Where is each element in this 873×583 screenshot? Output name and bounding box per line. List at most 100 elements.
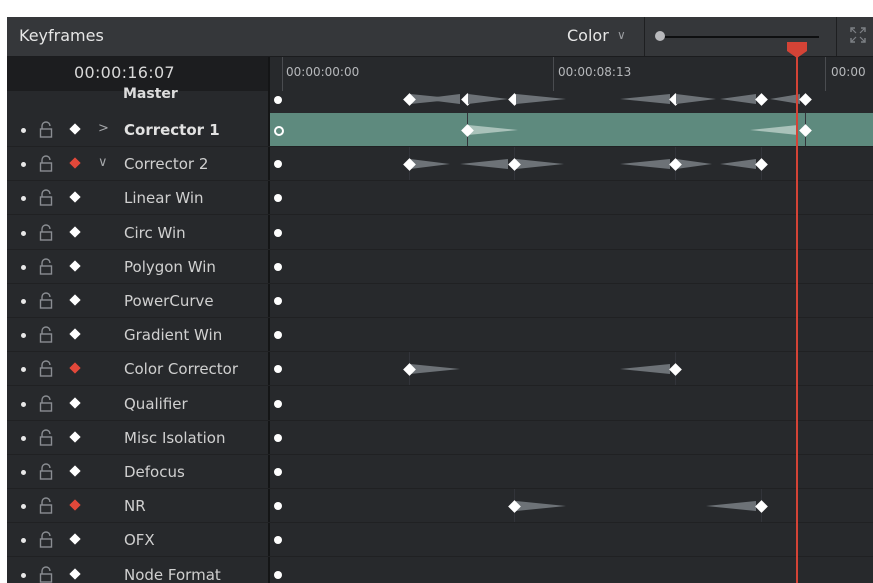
timeline-row[interactable]: [270, 318, 873, 353]
keyframe[interactable]: [755, 158, 768, 172]
start-keyframe[interactable]: [274, 262, 282, 271]
timeline-row[interactable]: [270, 489, 873, 524]
timeline-row[interactable]: [270, 387, 873, 421]
timeline-row[interactable]: [270, 523, 873, 558]
start-keyframe[interactable]: [274, 365, 282, 374]
enable-dot-icon[interactable]: [21, 299, 26, 304]
track-row-controls: Color Corrector: [7, 352, 269, 386]
enable-dot-icon[interactable]: [21, 264, 26, 270]
keyframe[interactable]: [669, 363, 682, 377]
start-keyframe[interactable]: [274, 228, 282, 237]
start-keyframe[interactable]: [274, 468, 282, 476]
start-keyframe[interactable]: [274, 160, 282, 169]
keyframe-icon[interactable]: [69, 294, 81, 306]
enable-dot-icon[interactable]: [21, 128, 26, 133]
chevron-right-icon[interactable]: >: [98, 121, 109, 136]
start-keyframe[interactable]: [274, 331, 282, 340]
keyframe-icon[interactable]: [69, 431, 81, 443]
timeline-row[interactable]: [270, 558, 873, 583]
track-row-controls: Defocus: [7, 455, 269, 489]
keyframe[interactable]: [799, 124, 812, 137]
keyframe-icon[interactable]: [69, 567, 81, 580]
mode-dropdown[interactable]: Color: [567, 26, 609, 45]
enable-dot-icon[interactable]: [21, 504, 26, 510]
lock-icon[interactable]: [38, 463, 54, 481]
enable-dot-icon[interactable]: [21, 538, 26, 544]
lock-icon[interactable]: [38, 497, 54, 515]
enable-dot-icon[interactable]: [21, 401, 26, 407]
keyframe-icon[interactable]: [69, 260, 81, 272]
keyframe-trail: [706, 501, 756, 512]
timeline-row[interactable]: [270, 284, 873, 318]
track-label: Qualifier: [124, 394, 188, 413]
keyframe-icon[interactable]: [69, 328, 81, 340]
lock-icon[interactable]: [38, 394, 54, 413]
playhead-handle[interactable]: [786, 42, 808, 58]
start-keyframe[interactable]: [274, 194, 282, 203]
keyframe-trail: [410, 364, 460, 375]
start-keyframe[interactable]: [274, 570, 282, 579]
header-divider: [644, 17, 645, 56]
keyframe-icon[interactable]: [69, 533, 81, 546]
keyframe-icon[interactable]: [69, 157, 81, 169]
start-keyframe[interactable]: [274, 433, 282, 442]
timeline-row[interactable]: [270, 352, 873, 387]
keyframe-icon[interactable]: [69, 396, 81, 409]
lock-icon[interactable]: [38, 155, 54, 173]
track-row-controls: Node Format: [7, 558, 269, 583]
enable-dot-icon[interactable]: [21, 196, 26, 202]
keyframe-trail: [620, 364, 670, 375]
lock-icon[interactable]: [38, 565, 54, 583]
enable-dot-icon[interactable]: [21, 572, 26, 578]
current-timecode: 00:00:16:07: [74, 63, 175, 82]
start-keyframe[interactable]: [274, 399, 282, 408]
start-keyframe[interactable]: [274, 536, 282, 545]
lock-icon[interactable]: [38, 258, 54, 276]
zoom-slider-handle[interactable]: [655, 31, 665, 41]
enable-dot-icon[interactable]: [21, 230, 26, 236]
lock-icon[interactable]: [38, 292, 54, 310]
lock-icon[interactable]: [38, 531, 54, 549]
timeline-row[interactable]: [270, 421, 873, 455]
timeline-row[interactable]: [270, 250, 873, 284]
lock-icon[interactable]: [38, 189, 54, 207]
keyframe-icon[interactable]: [69, 465, 81, 477]
timeline-row[interactable]: [270, 181, 873, 216]
panel-header: Keyframes Color ∨: [7, 17, 873, 57]
keyframe-trail: [516, 159, 564, 170]
timeline-row[interactable]: [270, 113, 873, 147]
track-label: Color Corrector: [124, 360, 239, 379]
keyframe-icon[interactable]: [69, 225, 81, 238]
track-label: Gradient Win: [124, 326, 223, 345]
timeline-row[interactable]: [270, 147, 873, 182]
timeline-row[interactable]: [270, 455, 873, 489]
track-row-controls: Linear Win: [7, 181, 269, 215]
lock-icon[interactable]: [38, 223, 54, 242]
enable-dot-icon[interactable]: [21, 162, 26, 168]
track-row-controls: Qualifier: [7, 387, 269, 421]
start-keyframe[interactable]: [274, 126, 284, 136]
chevron-down-icon[interactable]: ∨: [98, 155, 108, 170]
chevron-down-icon[interactable]: ∨: [617, 28, 626, 42]
enable-dot-icon[interactable]: [21, 367, 26, 373]
zoom-slider[interactable]: [661, 36, 819, 38]
lock-icon[interactable]: [38, 360, 54, 378]
expand-icon[interactable]: [849, 26, 867, 44]
start-keyframe[interactable]: [274, 297, 282, 305]
timeline-row[interactable]: [270, 216, 873, 250]
lock-icon[interactable]: [38, 429, 54, 447]
start-keyframe[interactable]: [274, 502, 282, 511]
track-row-controls: > Corrector 1: [7, 113, 269, 147]
keyframe[interactable]: [755, 500, 768, 514]
keyframe-trail: [516, 501, 566, 512]
keyframe-icon[interactable]: [69, 191, 81, 204]
enable-dot-icon[interactable]: [21, 470, 26, 475]
keyframe-icon[interactable]: [69, 499, 81, 511]
lock-icon[interactable]: [38, 326, 54, 344]
keyframe-icon[interactable]: [69, 362, 81, 375]
enable-dot-icon[interactable]: [21, 333, 26, 339]
enable-dot-icon[interactable]: [21, 435, 26, 441]
track-label: Defocus: [124, 463, 185, 481]
lock-icon[interactable]: [38, 121, 54, 139]
keyframe-icon[interactable]: [69, 123, 81, 135]
